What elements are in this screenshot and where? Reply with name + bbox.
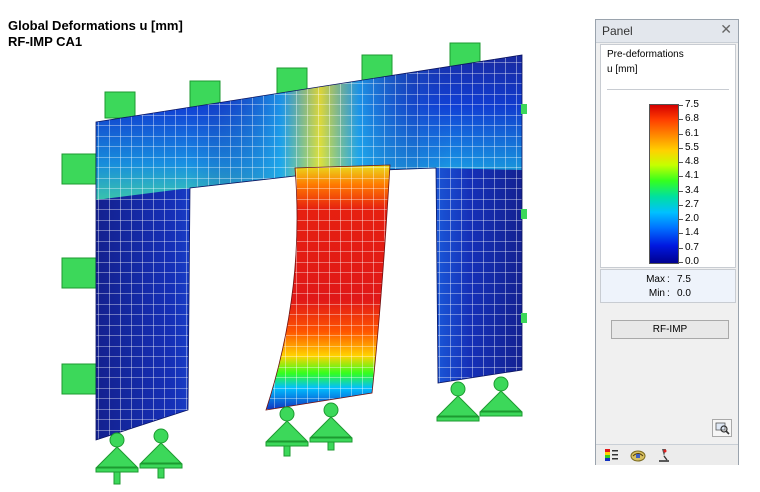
legend-value-label: 6.1 <box>685 127 699 139</box>
rf-imp-button[interactable]: RF-IMP <box>611 320 729 339</box>
panel-title: Panel <box>602 24 633 38</box>
legend-value-label: 0.0 <box>685 256 699 267</box>
legend-tick <box>678 190 683 192</box>
results-icon[interactable] <box>630 448 646 462</box>
legend-value-label: 4.8 <box>685 156 699 168</box>
legend-tick <box>678 133 683 135</box>
legend-tick <box>678 247 683 249</box>
legend-caption: Pre-deformations <box>607 49 684 60</box>
color-scale-bar <box>649 104 679 264</box>
deformed-column <box>265 164 391 411</box>
results-panel: Panel ✕ Pre-deformations u [mm] 7.5 6.8 6.… <box>595 19 739 465</box>
min-label: Min <box>648 288 665 299</box>
microscope-icon[interactable] <box>656 448 672 462</box>
legend-unit: u [mm] <box>607 64 638 75</box>
deformed-model <box>61 42 527 485</box>
max-value: 7.5 <box>677 274 691 285</box>
legend-tick <box>678 219 683 221</box>
legend-value-label: 1.4 <box>685 227 699 239</box>
legend-value-label: 5.5 <box>685 141 699 153</box>
min-colon: : <box>667 288 670 299</box>
zoom-icon[interactable] <box>712 419 732 437</box>
legend-value-label: 0.7 <box>685 241 699 253</box>
legend-tick <box>678 147 683 149</box>
max-label: Max <box>646 274 665 285</box>
legend-tick <box>678 119 683 121</box>
legend-divider <box>607 89 729 90</box>
panel-footer <box>596 444 738 465</box>
legend-value-label: 3.4 <box>685 184 699 196</box>
legend-tick <box>678 162 683 164</box>
model-viewport[interactable]: Global Deformations u [mm] RF-IMP CA1 <box>0 0 585 492</box>
legend-value-label: 2.7 <box>685 198 699 210</box>
extremes-box: Max : 7.5 Min : 0.0 <box>600 269 736 303</box>
legend-tick <box>678 204 683 206</box>
legend-value-label: 6.8 <box>685 113 699 125</box>
legend-value-label: 7.5 <box>685 99 699 110</box>
legend-value-label: 4.1 <box>685 170 699 182</box>
min-value: 0.0 <box>677 288 691 299</box>
close-icon[interactable]: ✕ <box>720 22 732 38</box>
legend-tick <box>678 176 683 178</box>
legend-tick <box>678 262 683 263</box>
panel-titlebar[interactable]: Panel ✕ <box>596 20 738 43</box>
color-scale-icon[interactable] <box>604 448 620 462</box>
legend-tick <box>678 105 683 106</box>
left-supports <box>61 153 97 395</box>
legend-area: Pre-deformations u [mm] 7.5 6.8 6.1 5.5 4.8 4… <box>600 44 736 268</box>
max-colon: : <box>667 274 670 285</box>
legend-value-label: 2.0 <box>685 213 699 225</box>
legend-tick <box>678 233 683 235</box>
